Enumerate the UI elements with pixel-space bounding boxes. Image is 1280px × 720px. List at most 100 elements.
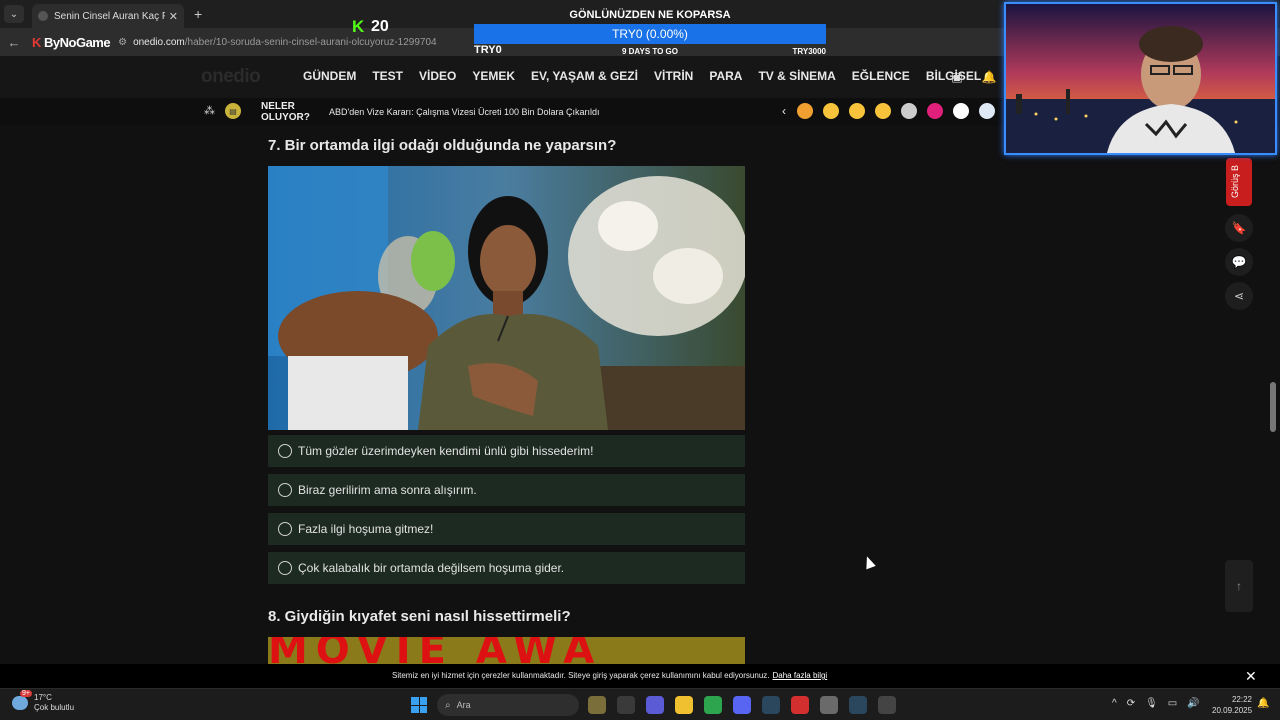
url-domain: onedio.com: [133, 36, 185, 48]
news-label-line2: OLUYOR?: [261, 112, 310, 123]
radio-icon[interactable]: [278, 483, 292, 497]
taskbar-app-icon[interactable]: [617, 696, 635, 714]
cloud-icon: 9+: [12, 690, 32, 710]
taskbar-app-icon[interactable]: [762, 696, 780, 714]
radio-icon[interactable]: [278, 444, 292, 458]
opinion-tab[interactable]: Görüş B: [1226, 158, 1252, 206]
cookie-more-link[interactable]: Daha fazla bilgi: [773, 671, 828, 680]
main-nav: GÜNDEM TEST VİDEO YEMEK EV, YAŞAM & GEZİ…: [303, 69, 981, 83]
nav-item-para[interactable]: PARA: [709, 69, 742, 83]
network-icon[interactable]: ▭: [1168, 698, 1177, 709]
goal-footer: TRY0 9 DAYS TO GO TRY3000: [474, 44, 827, 59]
notification-bell-icon[interactable]: 🔔: [1257, 698, 1269, 709]
option-7-3[interactable]: Fazla ilgi hoşuma gitmez!: [268, 513, 745, 545]
donation-goal-widget: GÖNLÜNÜZDEN NE KOPARSA TRY0 (0.00%) TRY0…: [474, 9, 826, 59]
tv-icon[interactable]: ▤: [225, 103, 241, 119]
chevron-up-icon[interactable]: ^: [1112, 698, 1117, 709]
goal-days-left: 9 DAYS TO GO: [621, 47, 679, 56]
taskbar-app-icon[interactable]: [820, 696, 838, 714]
taskbar-app-icon[interactable]: [791, 696, 809, 714]
nav-item-ev-yasam-gezi[interactable]: EV, YAŞAM & GEZİ: [531, 69, 638, 83]
chevron-left-icon[interactable]: ‹: [782, 104, 786, 118]
taskbar-app-icon[interactable]: [675, 696, 693, 714]
header-icons: ▣ 🔔: [948, 68, 998, 86]
search-placeholder: Ara: [456, 700, 471, 710]
mouse-cursor-icon: [862, 554, 876, 570]
reaction-emoji-icon[interactable]: [875, 103, 891, 119]
weather-badge: 9+: [20, 690, 32, 697]
cookie-message-wrap: Sitemiz en iyi hizmet için çerezler kull…: [392, 671, 827, 680]
nav-item-tv-sinema[interactable]: TV & SİNEMA: [758, 69, 835, 83]
question-7-image: [268, 166, 745, 430]
nav-item-gundem[interactable]: GÜNDEM: [303, 69, 356, 83]
option-label: Fazla ilgi hoşuma gitmez!: [298, 522, 434, 536]
reaction-emoji-icon[interactable]: [849, 103, 865, 119]
scroll-to-top-button[interactable]: ↑: [1225, 560, 1253, 612]
taskbar-app-icon[interactable]: [588, 696, 606, 714]
share-icon: ⋖: [1233, 289, 1245, 303]
arrow-up-icon: ↑: [1236, 579, 1242, 593]
taskbar-app-icon[interactable]: [878, 696, 896, 714]
site-info-icon[interactable]: ⚙: [118, 37, 127, 48]
radio-icon[interactable]: [278, 561, 292, 575]
grid-icon[interactable]: ⁂: [204, 104, 215, 117]
microphone-icon[interactable]: 🎙: [1145, 698, 1158, 709]
onedio-logo[interactable]: onedio: [201, 66, 261, 88]
volume-icon[interactable]: 🔊: [1187, 698, 1199, 709]
news-headline[interactable]: ABD'den Vize Kararı: Çalışma Vizesi Ücre…: [329, 107, 600, 117]
system-tray: ^ ⟳ 🎙 ▭ 🔊: [1112, 698, 1200, 709]
taskbar-clock[interactable]: 22:22 20.09.2025: [1212, 694, 1252, 716]
scrollbar-thumb[interactable]: [1270, 382, 1276, 432]
option-7-2[interactable]: Biraz gerilirim ama sonra alışırım.: [268, 474, 745, 506]
nav-item-vitrin[interactable]: VİTRİN: [654, 69, 693, 83]
new-tab-button[interactable]: +: [194, 6, 202, 22]
tab-list-button[interactable]: ⌄: [4, 5, 24, 23]
reaction-emoji-icon[interactable]: [979, 103, 995, 119]
goal-title: GÖNLÜNÜZDEN NE KOPARSA: [569, 9, 731, 21]
option-7-4[interactable]: Çok kalabalık bir ortamda değilsem hoşum…: [268, 552, 745, 584]
opinion-tab-label: Görüş B: [1230, 164, 1240, 198]
radio-icon[interactable]: [278, 522, 292, 536]
taskbar-search[interactable]: ⌕ Ara: [437, 694, 579, 716]
comments-button[interactable]: 💬: [1225, 248, 1253, 276]
kick-viewer-count: 20: [371, 18, 389, 35]
url-field[interactable]: onedio.com/haber/10-soruda-senin-cinsel-…: [133, 37, 437, 48]
windows-start-icon[interactable]: [411, 697, 427, 713]
close-tab-icon[interactable]: ✕: [169, 10, 178, 23]
share-button[interactable]: ⋖: [1225, 282, 1253, 310]
nav-item-video[interactable]: VİDEO: [419, 69, 456, 83]
taskbar-app-icon[interactable]: [733, 696, 751, 714]
close-icon[interactable]: ✕: [1245, 668, 1257, 685]
reaction-emoji-icon[interactable]: [823, 103, 839, 119]
nav-item-yemek[interactable]: YEMEK: [472, 69, 515, 83]
bell-icon[interactable]: 🔔: [980, 68, 998, 86]
back-arrow-icon[interactable]: ←: [0, 35, 28, 50]
nav-item-test[interactable]: TEST: [372, 69, 403, 83]
search-icon: ⌕: [445, 699, 451, 711]
taskbar-app-icon[interactable]: [646, 696, 664, 714]
taskbar-app-icon[interactable]: [704, 696, 722, 714]
reaction-emojis: [797, 103, 995, 119]
question-8-image: MOVIE AWA: [268, 637, 745, 664]
chat-icon[interactable]: ▣: [948, 68, 966, 86]
option-7-1[interactable]: Tüm gözler üzerimdeyken kendimi ünlü gib…: [268, 435, 745, 467]
question-8-image-text: MOVIE AWA: [268, 637, 603, 664]
weather-widget[interactable]: 9+ 17°C Çok bulutlu: [12, 690, 75, 713]
reaction-emoji-icon[interactable]: [953, 103, 969, 119]
sync-icon[interactable]: ⟳: [1127, 698, 1135, 709]
bynogame-logo: K ByNoGame: [32, 34, 111, 50]
taskbar-app-icon[interactable]: [849, 696, 867, 714]
taskbar-apps: [588, 696, 896, 714]
goal-target: TRY3000: [792, 47, 827, 56]
reaction-emoji-icon[interactable]: [901, 103, 917, 119]
bookmark-button[interactable]: 🔖: [1225, 214, 1253, 242]
weather-condition: Çok bulutlu: [34, 703, 75, 712]
reaction-emoji-icon[interactable]: [927, 103, 943, 119]
browser-tab-active[interactable]: Senin Cinsel Auran Kaç Puan! - ✕: [32, 4, 184, 28]
streamer-webcam: [1004, 2, 1277, 155]
nav-item-eglence[interactable]: EĞLENCE: [852, 69, 910, 83]
reaction-emoji-icon[interactable]: [797, 103, 813, 119]
goal-progress-bar: TRY0 (0.00%): [474, 24, 826, 44]
option-label: Çok kalabalık bir ortamda değilsem hoşum…: [298, 561, 565, 575]
clock-time: 22:22: [1231, 695, 1252, 704]
